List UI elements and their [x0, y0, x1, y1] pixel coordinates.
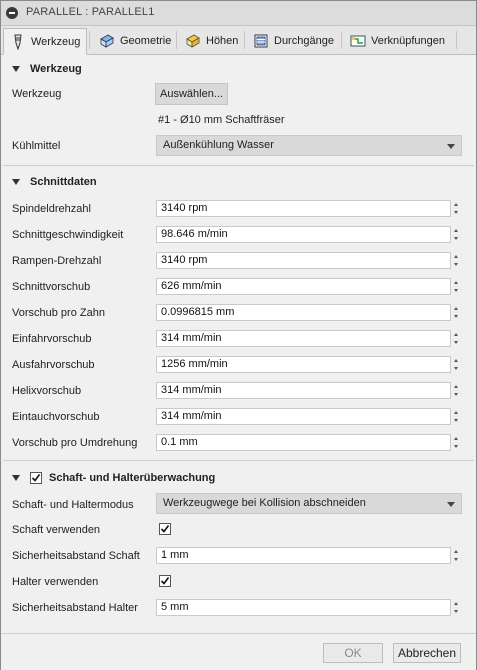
- lead-out-feedrate-input[interactable]: 1256 mm/min: [156, 356, 451, 373]
- lead-in-feedrate-input[interactable]: 314 mm/min: [156, 330, 451, 347]
- spin-stepper[interactable]: [454, 408, 460, 425]
- tab-label: Höhen: [206, 34, 239, 47]
- field-label: Vorschub pro Umdrehung: [12, 437, 138, 449]
- tab-hoehen[interactable]: Höhen: [178, 28, 244, 53]
- spin-stepper[interactable]: [454, 200, 460, 217]
- tool-description: #1 - Ø10 mm Schaftfräser: [158, 114, 285, 126]
- spin-stepper[interactable]: [454, 330, 460, 347]
- plunge-feedrate-input[interactable]: 314 mm/min: [156, 408, 451, 425]
- field-label: Rampen-Drehzahl: [12, 255, 102, 267]
- tab-label: Durchgänge: [274, 34, 334, 47]
- section-title: Schnittdaten: [30, 176, 97, 188]
- spin-stepper[interactable]: [454, 278, 460, 295]
- heights-icon: [185, 33, 201, 49]
- helix-feedrate-input[interactable]: 314 mm/min: [156, 382, 451, 399]
- ok-button[interactable]: OK: [323, 643, 383, 663]
- geometry-icon: [99, 33, 115, 49]
- coolant-label: Kühlmittel: [12, 140, 61, 152]
- spindle-speed-input[interactable]: 3140 rpm: [156, 200, 451, 217]
- section-title: Schaft- und Halterüberwachung: [49, 472, 216, 484]
- operation-dialog: PARALLEL : PARALLEL1 Werkzeug Geometrie …: [0, 0, 477, 670]
- window-title: PARALLEL : PARALLEL1: [26, 6, 155, 18]
- field-label: Ausfahrvorschub: [12, 359, 95, 371]
- holder-clearance-label: Sicherheitsabstand Halter: [12, 602, 138, 614]
- title-bar[interactable]: PARALLEL : PARALLEL1: [1, 1, 476, 26]
- field-label: Einfahrvorschub: [12, 333, 92, 345]
- holder-clearance-input[interactable]: 5 mm: [156, 599, 451, 616]
- collapse-triangle-icon[interactable]: [12, 475, 20, 481]
- passes-icon: [253, 33, 269, 49]
- spin-stepper[interactable]: [454, 304, 460, 321]
- chevron-down-icon: [447, 502, 455, 507]
- shaft-holder-mode-select[interactable]: Werkzeugwege bei Kollision abschneiden: [156, 493, 462, 514]
- chevron-down-icon: [447, 144, 455, 149]
- tab-werkzeug[interactable]: Werkzeug: [3, 28, 87, 55]
- section-title: Werkzeug: [30, 63, 82, 75]
- ramp-speed-input[interactable]: 3140 rpm: [156, 252, 451, 269]
- cutting-speed-input[interactable]: 98.646 m/min: [156, 226, 451, 243]
- tab-label: Geometrie: [120, 34, 172, 47]
- use-holder-checkbox[interactable]: [159, 575, 171, 587]
- tab-label: Verknüpfungen: [371, 34, 446, 47]
- field-label: Schnittgeschwindigkeit: [12, 229, 124, 241]
- feed-per-revolution-input[interactable]: 0.1 mm: [156, 434, 451, 451]
- collapse-triangle-icon[interactable]: [12, 66, 20, 72]
- use-shaft-label: Schaft verwenden: [12, 524, 101, 536]
- tool-icon: [10, 34, 26, 51]
- feed-per-tooth-input[interactable]: 0.0996815 mm: [156, 304, 451, 321]
- tab-durchgaenge[interactable]: Durchgänge: [246, 28, 341, 53]
- section-werkzeug[interactable]: Werkzeug: [1, 59, 476, 79]
- field-label: Spindeldrehzahl: [12, 203, 91, 215]
- shaft-clearance-label: Sicherheitsabstand Schaft: [12, 550, 140, 562]
- shaft-holder-mode-label: Schaft- und Haltermodus: [12, 499, 134, 511]
- tab-bar: Werkzeug Geometrie Höhen Durchgänge Verk…: [1, 26, 476, 55]
- spin-stepper[interactable]: [454, 356, 460, 373]
- collapse-icon[interactable]: [6, 7, 18, 19]
- section-schnittdaten[interactable]: Schnittdaten: [1, 172, 476, 192]
- cancel-button[interactable]: Abbrechen: [393, 643, 461, 663]
- tab-content: Werkzeug Werkzeug Auswählen... #1 - Ø10 …: [1, 55, 476, 633]
- use-shaft-checkbox[interactable]: [159, 523, 171, 535]
- select-tool-button[interactable]: Auswählen...: [155, 83, 228, 105]
- field-label: Helixvorschub: [12, 385, 82, 397]
- dialog-footer: OK Abbrechen: [1, 633, 476, 670]
- shaft-holder-enable-checkbox[interactable]: [30, 472, 42, 484]
- tool-label: Werkzeug: [12, 88, 62, 100]
- field-label: Vorschub pro Zahn: [12, 307, 105, 319]
- field-label: Schnittvorschub: [12, 281, 91, 293]
- coolant-select[interactable]: Außenkühlung Wasser: [156, 135, 462, 156]
- spin-stepper[interactable]: [454, 434, 460, 451]
- use-holder-label: Halter verwenden: [12, 576, 99, 588]
- tab-verknuepfungen[interactable]: Verknüpfungen: [343, 28, 455, 53]
- mode-value: Werkzeugwege bei Kollision abschneiden: [163, 497, 366, 509]
- cutting-feedrate-input[interactable]: 626 mm/min: [156, 278, 451, 295]
- tab-geometrie[interactable]: Geometrie: [92, 28, 175, 53]
- field-label: Eintauchvorschub: [12, 411, 100, 423]
- tab-label: Werkzeug: [31, 35, 81, 48]
- shaft-clearance-input[interactable]: 1 mm: [156, 547, 451, 564]
- spin-stepper[interactable]: [454, 226, 460, 243]
- spin-stepper[interactable]: [454, 252, 460, 269]
- spin-stepper[interactable]: [454, 547, 460, 564]
- collapse-triangle-icon[interactable]: [12, 179, 20, 185]
- linking-icon: [350, 33, 366, 49]
- section-schaft[interactable]: Schaft- und Halterüberwachung: [1, 468, 476, 488]
- spin-stepper[interactable]: [454, 382, 460, 399]
- coolant-value: Außenkühlung Wasser: [163, 139, 274, 151]
- spin-stepper[interactable]: [454, 599, 460, 616]
